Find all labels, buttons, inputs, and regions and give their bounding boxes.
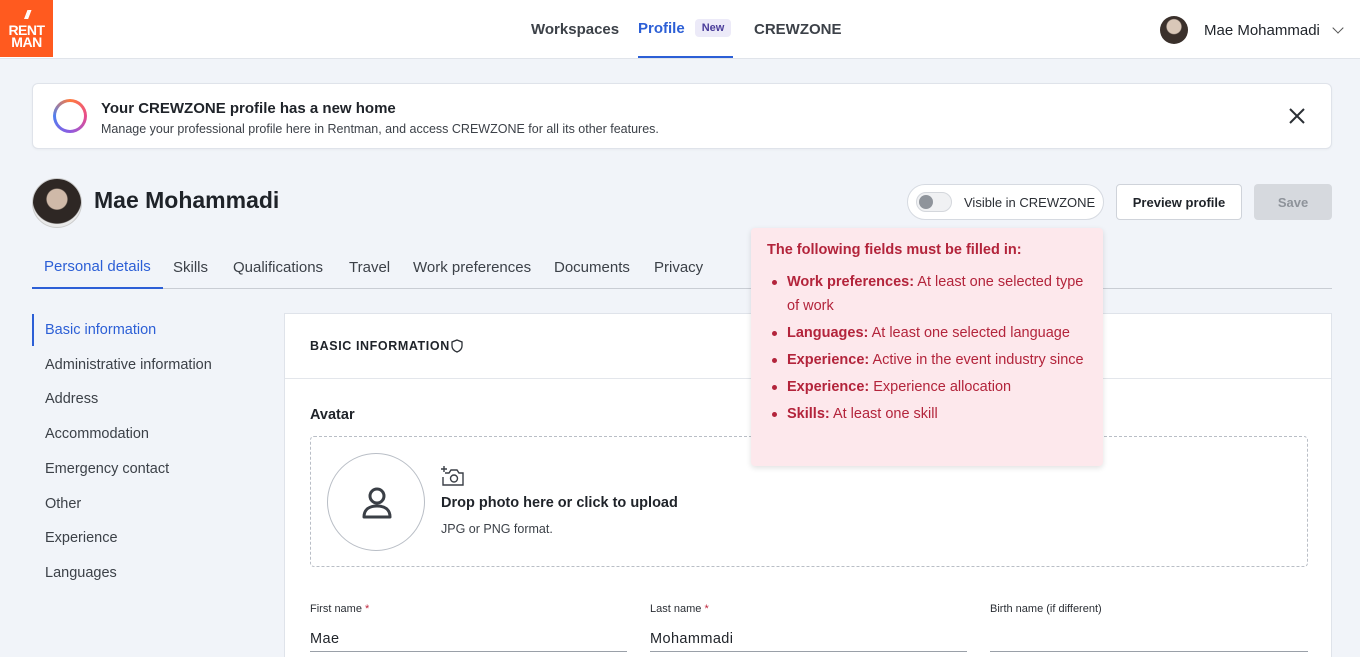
validation-title: The following fields must be filled in: [767,242,1022,258]
avatar-label: Avatar [310,407,355,423]
tab-privacy[interactable]: Privacy [654,246,703,289]
last-name-field[interactable]: Mohammadi [650,626,967,652]
profile-tabs: Personal details Skills Qualifications T… [32,246,1332,289]
nav-item-workspaces[interactable]: Workspaces [531,0,619,58]
nav-item-label: CREWZONE [754,20,842,38]
banner-title: Your CREWZONE profile has a new home [101,100,396,117]
first-name-label: First name * [310,603,369,615]
side-item-emergency-contact[interactable]: Emergency contact [32,453,262,485]
validation-item-text: At least one skill [832,406,938,422]
save-button[interactable]: Save [1254,184,1332,220]
section-title: BASIC INFORMATION [310,339,450,353]
side-item-languages[interactable]: Languages [32,557,262,589]
tab-work-preferences[interactable]: Work preferences [413,246,531,289]
validation-item-text: Experience allocation [873,379,1012,395]
visible-in-crewzone-toggle[interactable]: Visible in CREWZONE [907,184,1104,220]
preview-profile-button[interactable]: Preview profile [1116,184,1242,220]
validation-item: Work preferences: At least one selected … [767,270,1087,318]
chevron-down-icon [1332,22,1344,34]
birth-name-field[interactable] [990,626,1308,652]
close-icon[interactable] [1287,106,1307,126]
validation-list: Work preferences: At least one selected … [767,270,1087,426]
banner-text: Manage your professional profile here in… [101,122,659,136]
dropzone-subtitle: JPG or PNG format. [441,522,553,536]
validation-item-key: Work preferences: [787,274,915,290]
validation-item: Languages: At least one selected languag… [767,321,1087,345]
first-name-field[interactable]: Mae [310,626,627,652]
validation-item-key: Languages: [787,325,869,341]
last-name-label: Last name * [650,603,709,615]
dropzone-title: Drop photo here or click to upload [441,495,678,511]
side-item-administrative-information[interactable]: Administrative information [32,349,262,381]
required-marker: * [365,603,370,615]
required-marker: * [704,603,709,615]
nav-item-crewzone[interactable]: CREWZONE [754,0,842,58]
shield-icon [451,339,463,353]
validation-item: Experience: Experience allocation [767,375,1087,399]
crewzone-ring-icon [53,99,87,133]
person-icon [362,487,392,519]
last-name-label-text: Last name [650,603,702,615]
side-item-other[interactable]: Other [32,488,262,520]
tab-documents[interactable]: Documents [554,246,630,289]
main-nav: Workspaces Profile New CREWZONE [0,0,1360,59]
validation-item-key: Experience: [787,352,870,368]
validation-item: Skills: At least one skill [767,402,1087,426]
side-item-basic-information[interactable]: Basic information [32,314,262,346]
side-item-experience[interactable]: Experience [32,522,262,554]
validation-item-text: At least one selected language [871,325,1070,341]
tab-qualifications[interactable]: Qualifications [233,246,323,289]
crewzone-banner: Your CREWZONE profile has a new home Man… [32,83,1332,149]
user-name: Mae Mohammadi [1204,21,1320,39]
side-item-accommodation[interactable]: Accommodation [32,418,262,450]
validation-item-text: Active in the event industry since [872,352,1084,368]
validation-item-key: Skills: [787,406,830,422]
top-bar: /// RENT MAN Workspaces Profile New CREW… [0,0,1360,59]
first-name-label-text: First name [310,603,362,615]
profile-name: Mae Mohammadi [94,187,280,213]
toggle-switch[interactable] [916,192,952,212]
profile-avatar [32,178,82,228]
new-badge: New [694,19,732,37]
validation-popup: The following fields must be filled in: … [751,228,1103,466]
side-item-address[interactable]: Address [32,383,262,415]
user-menu[interactable]: Mae Mohammadi [1160,16,1344,44]
toggle-label: Visible in CREWZONE [964,194,1096,210]
tab-travel[interactable]: Travel [349,246,390,289]
birth-name-label: Birth name (if different) [990,603,1102,615]
user-avatar [1160,16,1188,44]
nav-item-label: Workspaces [531,20,620,38]
tab-personal-details[interactable]: Personal details [32,246,163,289]
nav-item-profile[interactable]: Profile New [638,0,734,58]
toggle-knob [919,195,933,209]
tab-skills[interactable]: Skills [173,246,208,289]
add-photo-icon [441,466,464,486]
validation-item: Experience: Active in the event industry… [767,348,1087,372]
nav-item-label: Profile [638,19,685,37]
avatar-placeholder [327,453,425,551]
validation-item-key: Experience: [787,379,870,395]
